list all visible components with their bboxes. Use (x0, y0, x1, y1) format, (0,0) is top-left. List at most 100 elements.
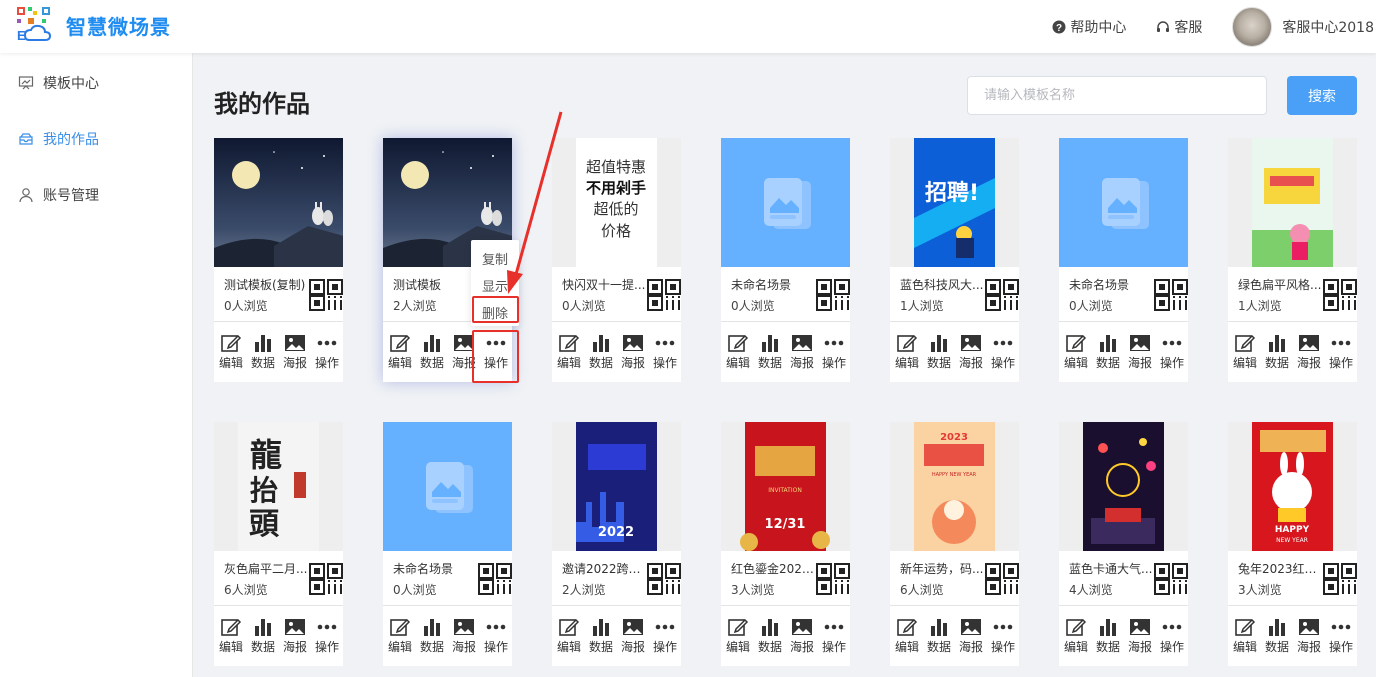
edit-button[interactable]: 编辑 (216, 333, 246, 371)
stats-icon[interactable] (1172, 295, 1188, 311)
card-thumbnail[interactable]: HAPPY NEW YEAR (1228, 422, 1357, 551)
stats-icon[interactable] (1172, 579, 1188, 595)
qrcode-icon[interactable] (985, 563, 1001, 579)
user-name[interactable]: 客服中心2018 (1282, 17, 1374, 37)
card-thumbnail[interactable] (721, 138, 850, 267)
card-thumbnail[interactable] (1228, 138, 1357, 267)
card-thumbnail[interactable]: 2022 (552, 422, 681, 551)
qrcode-icon[interactable] (1172, 563, 1188, 579)
operate-button[interactable]: 操作 (988, 617, 1018, 655)
operate-button[interactable]: 操作 (481, 333, 511, 371)
qrcode-icon[interactable] (1323, 295, 1339, 311)
qrcode-icon[interactable] (816, 295, 832, 311)
qrcode-icon[interactable] (834, 563, 850, 579)
data-button[interactable]: 数据 (417, 333, 447, 371)
edit-button[interactable]: 编辑 (385, 333, 415, 371)
edit-button[interactable]: 编辑 (892, 333, 922, 371)
help-center-link[interactable]: ? 帮助中心 (1052, 17, 1126, 37)
data-button[interactable]: 数据 (586, 333, 616, 371)
work-card[interactable]: 2022 邀请2022跨年... 2人浏览 编辑 数据 海报 操作 (552, 422, 681, 666)
work-card[interactable]: 招聘! 蓝色科技风大... 1人浏览 编辑 数据 海报 操作 (890, 138, 1019, 382)
qrcode-icon[interactable] (309, 579, 325, 595)
qrcode-icon[interactable] (1323, 563, 1339, 579)
poster-button[interactable]: 海报 (449, 333, 479, 371)
stats-icon[interactable] (665, 295, 681, 311)
qrcode-icon[interactable] (647, 295, 663, 311)
work-card[interactable]: 2023 HAPPY NEW YEAR 新年运势，码... 6人浏览 编辑 数据 海报操… (890, 422, 1019, 666)
work-card[interactable]: 超值特惠 不用剁手 超低的 价格 快闪双十一提... 0人浏览 编辑 数据 海报 操作 (552, 138, 681, 382)
qrcode-icon[interactable] (1341, 563, 1357, 579)
data-button[interactable]: 数据 (924, 333, 954, 371)
edit-button[interactable]: 编辑 (554, 617, 584, 655)
data-button[interactable]: 数据 (1093, 617, 1123, 655)
qrcode-icon[interactable] (1341, 279, 1357, 295)
data-button[interactable]: 数据 (248, 333, 278, 371)
search-input[interactable] (967, 76, 1267, 115)
sidebar-item-account[interactable]: 账号管理 (18, 185, 99, 205)
poster-button[interactable]: 海报 (1294, 333, 1324, 371)
search-button[interactable]: 搜索 (1287, 76, 1357, 115)
qrcode-icon[interactable] (647, 579, 663, 595)
stats-icon[interactable] (327, 579, 343, 595)
card-thumbnail[interactable] (214, 138, 343, 267)
card-thumbnail[interactable] (1059, 422, 1188, 551)
qrcode-icon[interactable] (496, 563, 512, 579)
data-button[interactable]: 数据 (586, 617, 616, 655)
card-thumbnail[interactable]: 招聘! (890, 138, 1019, 267)
work-card[interactable]: 未命名场景 0人浏览 编辑 数据 海报 操作 (1059, 138, 1188, 382)
qrcode-icon[interactable] (309, 563, 325, 579)
edit-button[interactable]: 编辑 (1230, 333, 1260, 371)
data-button[interactable]: 数据 (1093, 333, 1123, 371)
sidebar-item-template-center[interactable]: 模板中心 (18, 73, 99, 93)
poster-button[interactable]: 海报 (280, 333, 310, 371)
card-thumbnail[interactable]: 超值特惠 不用剁手 超低的 价格 (552, 138, 681, 267)
qrcode-icon[interactable] (1154, 295, 1170, 311)
qrcode-icon[interactable] (1154, 563, 1170, 579)
qrcode-icon[interactable] (1323, 279, 1339, 295)
poster-button[interactable]: 海报 (449, 617, 479, 655)
sidebar-item-my-works[interactable]: 我的作品 (18, 129, 99, 149)
data-button[interactable]: 数据 (755, 333, 785, 371)
edit-button[interactable]: 编辑 (723, 333, 753, 371)
menu-item-delete[interactable]: 删除 (471, 303, 519, 322)
stats-icon[interactable] (1003, 295, 1019, 311)
work-card[interactable]: INVITATION 12/31 红色鎏金2023... 3人浏览 编辑 数据 海报 操作 (721, 422, 850, 666)
operate-button[interactable]: 操作 (312, 617, 342, 655)
qrcode-icon[interactable] (1323, 579, 1339, 595)
data-button[interactable]: 数据 (755, 617, 785, 655)
qrcode-icon[interactable] (816, 579, 832, 595)
poster-button[interactable]: 海报 (787, 333, 817, 371)
qrcode-icon[interactable] (1154, 279, 1170, 295)
qrcode-icon[interactable] (327, 279, 343, 295)
stats-icon[interactable] (327, 295, 343, 311)
work-card[interactable]: 未命名场景 0人浏览 编辑 数据 海报 操作 (721, 138, 850, 382)
work-card[interactable]: HAPPY NEW YEAR 兔年2023红色... 3人浏览 编辑 数据 海报 操作 (1228, 422, 1357, 666)
qrcode-icon[interactable] (834, 279, 850, 295)
qrcode-icon[interactable] (985, 279, 1001, 295)
qrcode-icon[interactable] (665, 279, 681, 295)
edit-button[interactable]: 编辑 (385, 617, 415, 655)
qrcode-icon[interactable] (647, 563, 663, 579)
qrcode-icon[interactable] (1172, 279, 1188, 295)
card-thumbnail[interactable] (383, 422, 512, 551)
avatar[interactable] (1232, 6, 1273, 47)
edit-button[interactable]: 编辑 (1061, 333, 1091, 371)
qrcode-icon[interactable] (1154, 579, 1170, 595)
stats-icon[interactable] (1003, 579, 1019, 595)
operate-button[interactable]: 操作 (650, 617, 680, 655)
stats-icon[interactable] (834, 295, 850, 311)
edit-button[interactable]: 编辑 (1230, 617, 1260, 655)
qrcode-icon[interactable] (478, 579, 494, 595)
operate-button[interactable]: 操作 (312, 333, 342, 371)
poster-button[interactable]: 海报 (1125, 617, 1155, 655)
poster-button[interactable]: 海报 (1294, 617, 1324, 655)
edit-button[interactable]: 编辑 (723, 617, 753, 655)
customer-service-link[interactable]: 客服 (1156, 17, 1202, 37)
card-thumbnail[interactable] (1059, 138, 1188, 267)
edit-button[interactable]: 编辑 (554, 333, 584, 371)
poster-button[interactable]: 海报 (787, 617, 817, 655)
data-button[interactable]: 数据 (1262, 333, 1292, 371)
poster-button[interactable]: 海报 (280, 617, 310, 655)
work-card[interactable]: 蓝色卡通大气... 4人浏览 编辑 数据 海报 操作 (1059, 422, 1188, 666)
stats-icon[interactable] (496, 579, 512, 595)
